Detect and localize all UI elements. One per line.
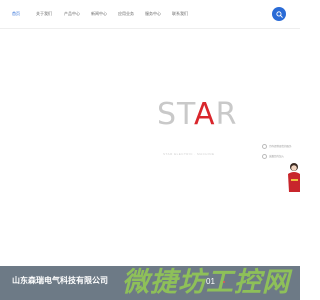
nav-item-service[interactable]: 服务中心 [145,0,161,28]
side-info-text: 为你提供更优的服务 [269,145,292,148]
logo-text-prefix: ST [157,97,195,132]
company-banner: 微捷坊工控网 山东森瑞电气科技有限公司 01 [0,266,300,300]
side-info-panel: 为你提供更优的服务 诚邀您的加入 [262,143,300,163]
search-button[interactable] [272,7,286,21]
nav-item-contact[interactable]: 联系我们 [172,0,188,28]
hero-banner: STAR STAR ELECTRIC · MACHINE 为你提供更优的服务 诚… [0,29,300,266]
side-info-item[interactable]: 诚邀您的加入 [262,153,300,159]
side-info-item[interactable]: 为你提供更优的服务 [262,143,300,149]
circle-icon [262,143,267,149]
logo-text-suffix: R [215,97,238,132]
slide-number: 01 [206,277,215,286]
circle-icon [262,153,267,159]
nav-item-news[interactable]: 新闻中心 [91,0,107,28]
mascot-image [288,163,300,192]
slide-indicator-dot[interactable] [223,281,225,283]
header: 首页 关于我们 产品中心 新闻中心 应用业务 服务中心 联系我们 [0,0,300,28]
search-icon [275,10,283,18]
nav-item-products[interactable]: 产品中心 [64,0,80,28]
company-name: 山东森瑞电气科技有限公司 [12,276,108,285]
logo-text-accent: A [194,97,216,132]
side-info-text: 诚邀您的加入 [269,155,285,158]
logo-tagline: STAR ELECTRIC · MACHINE [163,152,215,156]
star-logo: STAR [157,98,237,132]
nav-item-home[interactable]: 首页 [12,0,20,28]
nav-item-about[interactable]: 关于我们 [36,0,52,28]
nav-item-applications[interactable]: 应用业务 [118,0,134,28]
